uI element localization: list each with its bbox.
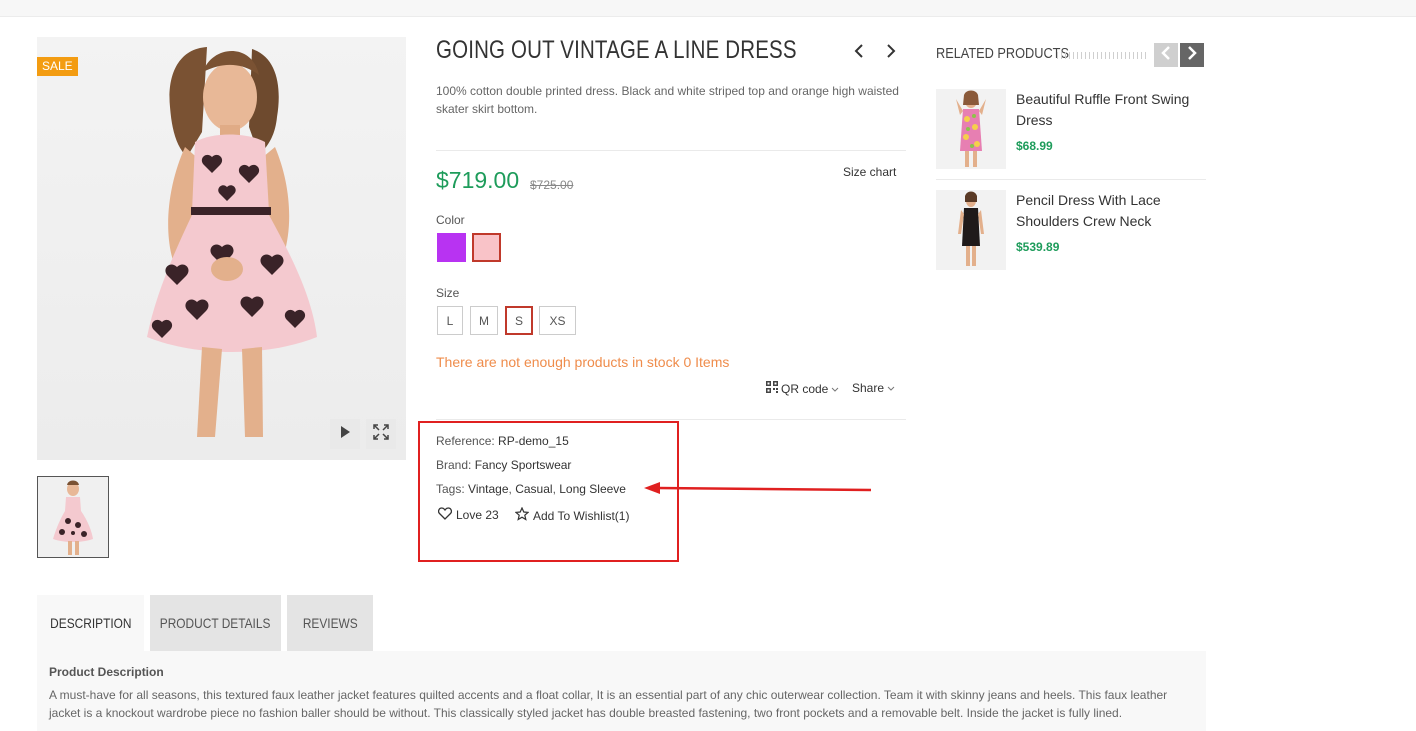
next-product-button[interactable] [883,42,899,62]
related-next-button[interactable] [1180,43,1204,67]
panel-text: A must-have for all seasons, this textur… [49,688,1168,720]
related-prev-button[interactable] [1154,43,1178,67]
color-label: Color [436,213,465,227]
qr-code-dropdown[interactable]: QR code [766,381,839,396]
related-product-name[interactable]: Pencil Dress With Lace Shoulders Crew Ne… [1016,190,1206,232]
stock-warning: There are not enough products in stock 0… [436,354,730,370]
fullscreen-button[interactable] [366,419,396,449]
panel-heading: Product Description [49,665,164,679]
size-chart-link[interactable]: Size chart [843,165,896,179]
size-label: Size [436,286,460,300]
previous-product-button[interactable] [851,42,867,62]
thumbnail-illustration [38,477,108,557]
sale-badge: SALE [37,57,78,76]
related-product-image[interactable] [936,89,1006,169]
color-swatch-purple[interactable] [437,233,466,262]
size-option-l[interactable]: L [437,306,463,335]
tab-product-details[interactable]: PRODUCT DETAILS [150,595,281,651]
product-price: $719.00 [436,167,520,193]
chevron-left-icon [854,42,864,62]
play-video-button[interactable] [330,419,360,449]
qr-code-icon [766,381,778,396]
color-swatch-pink[interactable] [472,233,501,262]
title-decoration [1057,52,1149,59]
chevron-right-icon [886,42,896,62]
play-icon [338,425,352,444]
tab-label: DESCRIPTION [49,615,132,631]
product-main-image[interactable]: SALE [37,37,406,460]
tab-reviews[interactable]: REVIEWS [287,595,373,651]
product-thumbnail[interactable] [37,476,109,558]
related-product-illustration [936,89,1006,169]
related-product-price: $68.99 [1016,139,1053,153]
divider [436,419,906,420]
chevron-left-icon [1161,45,1171,65]
related-product-name[interactable]: Beautiful Ruffle Front Swing Dress [1016,89,1206,131]
product-old-price: $725.00 [530,178,574,192]
divider [436,150,906,151]
chevron-down-icon [887,381,895,395]
chevron-down-icon [831,382,839,396]
product-short-description: 100% cotton double printed dress. Black … [436,84,899,116]
top-bar [0,0,1416,17]
tab-description[interactable]: DESCRIPTION [37,595,144,651]
fullscreen-icon [373,423,389,445]
product-title: GOING OUT VINTAGE A LINE DRESS [436,36,797,64]
related-product-illustration [936,190,1006,270]
qr-code-label: QR code [781,381,829,396]
share-label: Share [852,381,885,395]
dress-model-illustration [147,47,317,437]
tab-label: REVIEWS [302,615,358,631]
size-option-xs[interactable]: XS [539,306,576,335]
share-dropdown[interactable]: Share [852,381,895,395]
tab-label: PRODUCT DETAILS [160,615,271,631]
tab-panel-description: Product Description A must-have for all … [37,651,1206,731]
chevron-right-icon [1187,45,1197,65]
size-option-s[interactable]: S [505,306,533,335]
related-product-image[interactable] [936,190,1006,270]
related-products-title: RELATED PRODUCTS [936,45,1069,62]
size-option-m[interactable]: M [470,306,498,335]
divider [936,179,1206,180]
annotation-arrow [644,482,872,494]
related-product-price: $539.89 [1016,240,1060,254]
